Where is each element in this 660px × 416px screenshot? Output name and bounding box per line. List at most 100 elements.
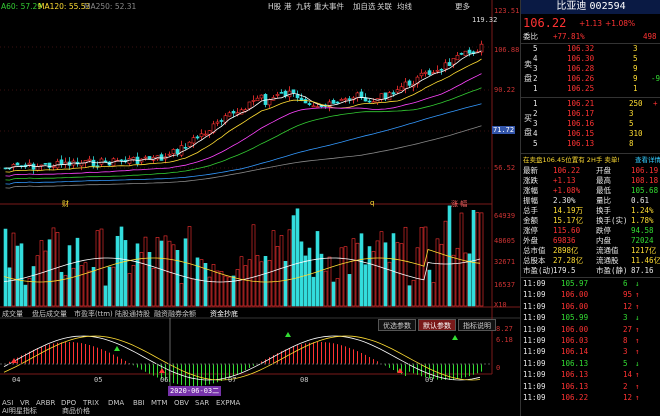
more-button[interactable]: 更多 bbox=[453, 1, 472, 12]
candle bbox=[439, 68, 444, 71]
volume-bar bbox=[219, 271, 224, 307]
tab-margin-balance[interactable]: 融资融券余额 bbox=[152, 308, 198, 320]
order-level: 2 bbox=[533, 109, 538, 118]
volume-bar bbox=[323, 270, 328, 307]
volume-bar bbox=[387, 261, 392, 307]
tick-row: 11:09 106.00 27 ↑ bbox=[523, 325, 660, 335]
volume-bar bbox=[279, 235, 284, 307]
stat-label: 最高 bbox=[596, 176, 611, 185]
order-notice[interactable]: 在卖盘106.45位置有 2H手 卖单! 查看详情 bbox=[523, 155, 660, 165]
stat-value: 1.24% bbox=[631, 206, 654, 215]
kline-chart-area[interactable]: A60: 57.29 MA120: 55.53 MA250: 52.31 H股 … bbox=[0, 0, 520, 407]
tab-northbound-holdings[interactable]: 陆股通持股 bbox=[113, 308, 152, 320]
order-price: 106.32 bbox=[567, 44, 595, 53]
volume-bar bbox=[355, 242, 360, 307]
major-events-button[interactable]: 重大事件 bbox=[312, 1, 346, 12]
event-marker-rise[interactable]: 涨 幅 bbox=[451, 199, 467, 209]
tab-sar[interactable]: SAR bbox=[193, 397, 211, 409]
stat-label: 总股本 bbox=[523, 256, 546, 265]
volume-bar bbox=[263, 256, 268, 307]
hk-button[interactable]: 港 bbox=[282, 1, 294, 12]
tab-ai-star-indicator[interactable]: AI明星指标 bbox=[0, 406, 39, 416]
order-level: 3 bbox=[533, 119, 538, 128]
candle bbox=[99, 158, 104, 165]
quote-stat-row: 市盈(动) 179.5 市盈(静) 87.16 bbox=[523, 266, 660, 276]
volume-axis-label: 32671 bbox=[494, 258, 516, 266]
stat-label: 跌停 bbox=[596, 226, 611, 235]
candle bbox=[195, 136, 200, 139]
tick-row: 11:09 106.22 12 ↑ bbox=[523, 393, 660, 403]
volume-bar bbox=[299, 241, 304, 307]
candle bbox=[255, 97, 260, 102]
stat-value: 106.19 bbox=[631, 166, 659, 175]
event-marker-finance[interactable]: 财 bbox=[62, 199, 69, 209]
nine-turn-button[interactable]: 九转 bbox=[294, 1, 313, 12]
order-price: 106.21 bbox=[567, 99, 595, 108]
quote-stat-row: 总股本 27.28亿 流通股 11.46亿 bbox=[523, 256, 660, 266]
kline-svg[interactable] bbox=[0, 0, 520, 400]
volume-bar bbox=[11, 232, 16, 307]
tick-price: 106.03 bbox=[561, 336, 589, 345]
order-price: 106.16 bbox=[567, 119, 595, 128]
volume-bar bbox=[435, 238, 440, 307]
tick-row: 11:09 106.13 5 ↓ bbox=[523, 359, 660, 369]
order-level: 3 bbox=[533, 64, 538, 73]
stat-label: 涨停 bbox=[523, 226, 538, 235]
volume-bar bbox=[131, 264, 136, 307]
candle bbox=[179, 145, 184, 156]
candle bbox=[419, 72, 424, 77]
wei-bi-row: 委比 +77.81% 498 bbox=[523, 32, 660, 42]
indicator-axis-label: 0 bbox=[496, 364, 501, 372]
tab-after-hours-volume[interactable]: 盘后成交量 bbox=[30, 308, 69, 320]
tab-pe-ttm[interactable]: 市盈率(ttm) bbox=[72, 308, 115, 320]
volume-bar bbox=[371, 251, 376, 307]
quote-stat-row: 涨跌 +1.13 最高 108.18 bbox=[523, 176, 660, 186]
tab-expma[interactable]: EXPMA bbox=[214, 397, 242, 409]
candle bbox=[15, 162, 20, 166]
indicator-help-button[interactable]: 指标说明 bbox=[458, 319, 496, 331]
tab-bbi[interactable]: BBI bbox=[131, 397, 147, 409]
ma-button[interactable]: 均线 bbox=[395, 1, 414, 12]
stat-label: 换手 bbox=[596, 206, 611, 215]
tab-volume[interactable]: 成交量 bbox=[0, 308, 25, 320]
stat-value: 1.78% bbox=[631, 216, 654, 225]
hk-stock-button[interactable]: H股 bbox=[266, 1, 283, 12]
volume-bar bbox=[147, 252, 152, 307]
order-volume: 5 bbox=[629, 119, 634, 128]
volume-bar bbox=[203, 263, 208, 307]
high-price-tag: 119.32 bbox=[472, 16, 498, 24]
candle bbox=[451, 58, 456, 65]
order-notice-link[interactable]: 查看详情 bbox=[635, 155, 660, 165]
volume-bar bbox=[295, 208, 300, 307]
optimal-params-button[interactable]: 优选参数 bbox=[378, 319, 416, 331]
event-marker-q[interactable]: q bbox=[370, 199, 374, 207]
volume-bar bbox=[335, 278, 340, 307]
ma120-label: MA120: 55.53 bbox=[38, 2, 91, 11]
tick-time: 11:09 bbox=[523, 347, 546, 357]
volume-bar bbox=[159, 240, 164, 307]
tab-mtm[interactable]: MTM bbox=[149, 397, 169, 409]
tab-commodity-price[interactable]: 商品价格 bbox=[60, 406, 92, 416]
candle bbox=[459, 53, 464, 55]
quote-stat-row: 总手 14.19万 换手 1.24% bbox=[523, 206, 660, 216]
volume-bar bbox=[255, 255, 260, 307]
stat-label: 开盘 bbox=[596, 166, 611, 175]
stat-value: 108.18 bbox=[631, 176, 659, 185]
volume-bar bbox=[43, 250, 48, 307]
tab-obv[interactable]: OBV bbox=[172, 397, 191, 409]
related-button[interactable]: 关联 bbox=[375, 1, 394, 12]
stat-label: 振幅 bbox=[523, 196, 538, 205]
order-volume: 1 bbox=[633, 84, 638, 93]
default-params-button[interactable]: 默认参数 bbox=[418, 319, 456, 331]
tick-volume: 3 bbox=[623, 347, 628, 357]
tick-time: 11:09 bbox=[523, 381, 546, 391]
add-watchlist-button[interactable]: 加自选 bbox=[351, 1, 378, 12]
tick-arrow: ↑ bbox=[635, 381, 640, 391]
order-level: 4 bbox=[533, 129, 538, 138]
stat-value: 94.58 bbox=[631, 226, 654, 235]
volume-bar bbox=[115, 235, 120, 307]
volume-bar bbox=[367, 246, 372, 307]
volume-bar bbox=[339, 247, 344, 307]
volume-bar bbox=[127, 273, 132, 307]
tab-capital-bottom[interactable]: 资金抄底 bbox=[208, 308, 240, 320]
